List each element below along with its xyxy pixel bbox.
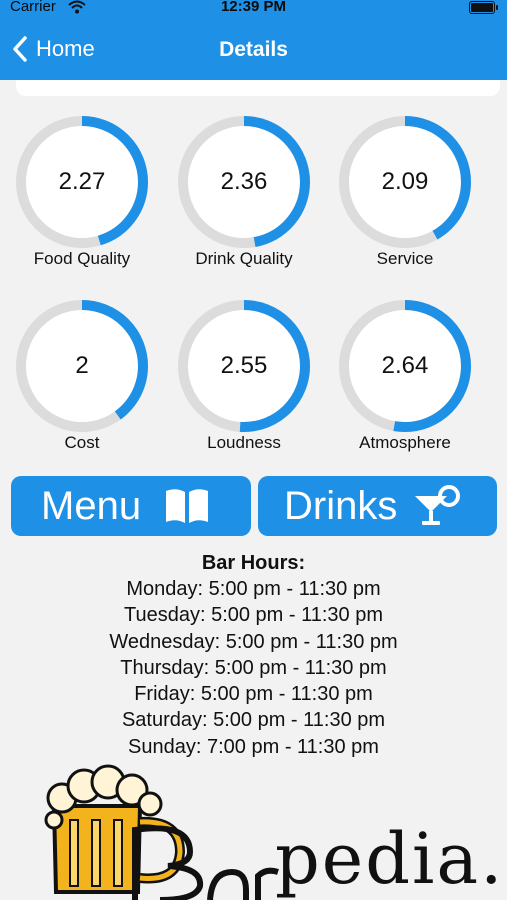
gauge-value: 2.36 [220, 168, 268, 195]
gauge-label: Cost [64, 433, 100, 452]
details-content: 2.27 Food Quality 2.36 Drink Quality 2.0… [0, 80, 507, 900]
drinks-button[interactable]: Drinks [258, 476, 497, 536]
cocktail-glass-icon [415, 485, 461, 525]
rating-gauge-food-quality: 2.27 Food Quality [12, 112, 152, 268]
gauge-label: Food Quality [33, 249, 131, 268]
gauge-value: 2 [75, 352, 89, 379]
hours-row-tuesday: Tuesday: 5:00 pm - 11:30 pm [123, 604, 384, 627]
status-bar: Carrier 12:39 PM [0, 0, 507, 18]
top-card [16, 80, 500, 96]
menu-button[interactable]: Menu [11, 476, 251, 536]
hours-row-saturday: Saturday: 5:00 pm - 11:30 pm [121, 709, 386, 732]
bar-hours: Bar Hours: Monday: 5:00 pm - 11:30 pm Tu… [0, 550, 507, 760]
logo-wordmark: pedia. [275, 818, 505, 900]
hours-row-sunday: Sunday: 7:00 pm - 11:30 pm [128, 735, 379, 758]
hours-title: Bar Hours: [201, 552, 306, 574]
rating-gauge-service: 2.09 Service [335, 112, 475, 268]
gauge-value: 2.64 [381, 352, 429, 379]
hours-row-friday: Friday: 5:00 pm - 11:30 pm [134, 683, 373, 706]
battery-icon [469, 1, 498, 14]
rating-gauge-cost: 2 Cost [12, 296, 152, 452]
gauge-label: Drink Quality [195, 249, 293, 268]
page-title: Details [219, 38, 288, 61]
open-book-icon [166, 489, 209, 523]
barpedia-logo: pedia. [0, 760, 507, 900]
beer-mug-logo [44, 764, 279, 900]
rating-gauge-drink-quality: 2.36 Drink Quality [174, 112, 314, 268]
hours-row-wednesday: Wednesday: 5:00 pm - 11:30 pm [109, 630, 398, 653]
gauge-label: Service [376, 249, 434, 268]
gauge-value: 2.09 [381, 168, 429, 195]
rating-gauge-loudness: 2.55 Loudness [174, 296, 314, 452]
gauge-value: 2.27 [58, 168, 106, 195]
rating-gauge-atmosphere: 2.64 Atmosphere [335, 296, 475, 452]
gauge-label: Atmosphere [359, 433, 451, 452]
gauge-value: 2.55 [220, 352, 268, 379]
hours-row-thursday: Thursday: 5:00 pm - 11:30 pm [120, 656, 387, 679]
navigation-bar: Home Details [0, 18, 507, 80]
drinks-button-label: Drinks [284, 483, 398, 528]
gauge-label: Loudness [207, 433, 281, 452]
hours-row-monday: Monday: 5:00 pm - 11:30 pm [126, 578, 381, 600]
menu-button-label: Menu [41, 483, 142, 528]
status-time: 12:39 PM [220, 0, 287, 15]
